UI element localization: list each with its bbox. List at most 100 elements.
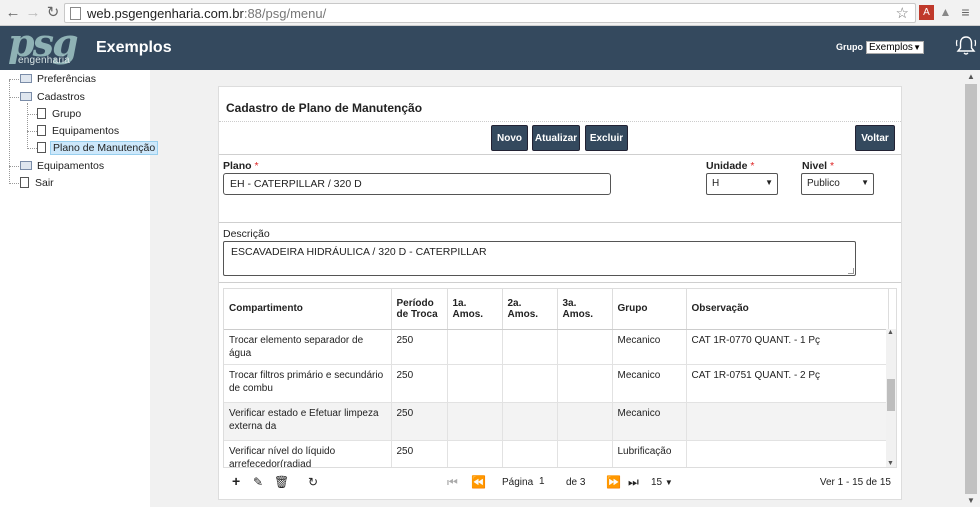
table-cell (557, 329, 613, 365)
nivel-select[interactable]: Publico ▼ (801, 173, 874, 195)
column-header[interactable]: Compartimento (224, 289, 392, 330)
edit-icon[interactable]: ✎ (253, 475, 263, 489)
page-scrollbar-thumb[interactable] (965, 84, 977, 494)
descricao-textarea[interactable]: ESCAVADEIRA HIDRÁULICA / 320 D - CATERPI… (223, 241, 856, 276)
table-cell (447, 402, 503, 441)
logo: psg engenharia (6, 20, 88, 70)
page-scrollbar[interactable]: ▲ ▼ (962, 70, 980, 507)
grupo-label: Grupo (836, 42, 863, 52)
plano-input[interactable]: EH - CATERPILLAR / 320 D (223, 173, 611, 195)
add-icon[interactable]: + (232, 473, 240, 489)
voltar-button[interactable]: Voltar (855, 125, 895, 151)
compartimentos-grid: Compartimento Período de Troca 1a. Amos.… (223, 288, 897, 468)
bell-icon[interactable] (954, 34, 978, 58)
plano-label: Plano * (223, 160, 259, 172)
nivel-label-text: Nivel (802, 160, 828, 172)
resize-grip-icon[interactable] (848, 268, 854, 274)
last-page-icon[interactable]: ⏭ (628, 475, 639, 490)
grid-scrollbar[interactable]: ▲ ▼ (886, 329, 896, 467)
table-cell (557, 440, 613, 467)
table-cell: 250 (391, 364, 448, 403)
first-page-icon[interactable]: ⏮ (447, 475, 458, 490)
logo-subtext: engenharia (18, 55, 71, 66)
sidebar-item-cadastros[interactable]: Cadastros (20, 89, 87, 105)
sidebar-item-sair[interactable]: Sair (20, 175, 56, 191)
table-row[interactable]: Trocar elemento separador de água 250 Me… (224, 329, 889, 365)
table-cell (557, 402, 613, 441)
page-size-value: 15 (651, 477, 663, 488)
page-input[interactable]: 1 (536, 474, 564, 489)
sidebar-item-grupo[interactable]: Grupo (37, 106, 83, 122)
sidebar-item-preferencias[interactable]: Preferências (20, 71, 98, 87)
url-host: web.psgengenharia.com.br (87, 6, 244, 21)
sidebar-item-label: Equipamentos (37, 160, 105, 172)
table-row[interactable]: Trocar filtros primário e secundário de … (224, 364, 889, 403)
scroll-up-icon[interactable]: ▲ (887, 329, 894, 336)
page-size-select[interactable]: 15 ▼ (651, 477, 673, 488)
column-header[interactable]: Período de Troca (391, 289, 448, 330)
sidebar-item-label: Plano de Manutenção (50, 141, 159, 155)
column-header[interactable]: Observação (686, 289, 889, 330)
column-header[interactable]: 3a. Amos. (557, 289, 613, 330)
browser-menu-icon[interactable]: ≡ (958, 5, 973, 20)
grid-table: Compartimento Período de Troca 1a. Amos.… (224, 289, 889, 467)
pdf-extension-icon[interactable]: A (919, 5, 934, 20)
table-cell (447, 329, 503, 365)
refresh-icon[interactable]: ↻ (308, 475, 318, 489)
grupo-select[interactable]: Exemplos ▼ (866, 41, 924, 54)
required-mark: * (750, 160, 755, 172)
table-cell: Verificar estado e Efetuar limpeza exter… (224, 402, 392, 441)
grupo-select-value: Exemplos (869, 42, 913, 53)
novo-button[interactable]: Novo (491, 125, 528, 151)
descricao-value: ESCAVADEIRA HIDRÁULICA / 320 D - CATERPI… (231, 246, 487, 258)
drive-extension-icon[interactable]: ▲ (938, 5, 953, 20)
table-cell (557, 364, 613, 403)
unidade-select[interactable]: H ▼ (706, 173, 778, 195)
atualizar-button[interactable]: Atualizar (532, 125, 580, 151)
table-cell (686, 402, 889, 441)
unidade-label-text: Unidade (706, 160, 748, 172)
table-cell (502, 402, 558, 441)
scroll-down-icon[interactable]: ▼ (967, 496, 975, 505)
column-header[interactable]: 2a. Amos. (502, 289, 558, 330)
chevron-down-icon: ▼ (861, 178, 869, 187)
table-cell: 250 (391, 402, 448, 441)
sidebar-item-label: Preferências (37, 73, 96, 85)
app-header: psg engenharia Exemplos Grupo Exemplos ▼ (0, 20, 980, 70)
column-header[interactable]: 1a. Amos. (447, 289, 503, 330)
sidebar-item-label: Cadastros (37, 91, 85, 103)
table-cell (502, 440, 558, 467)
table-cell: CAT 1R-0770 QUANT. - 1 Pç (686, 329, 889, 365)
excluir-button[interactable]: Excluir (585, 125, 628, 151)
page-title: Cadastro de Plano de Manutenção (226, 101, 423, 115)
page-icon (70, 7, 81, 20)
sidebar-item-equipamentos-folder[interactable]: Equipamentos (20, 158, 106, 174)
unidade-select-value: H (712, 178, 720, 189)
table-cell: Mecanico (612, 329, 687, 365)
previous-page-icon[interactable]: ⏪ (471, 475, 486, 489)
trash-icon[interactable]: 🗑 (274, 475, 289, 489)
scroll-up-icon[interactable]: ▲ (967, 72, 975, 81)
page-label: Página (502, 477, 534, 488)
address-bar[interactable]: web.psgengenharia.com.br:88/psg/menu/ ☆ (64, 3, 916, 23)
folder-icon (20, 160, 32, 170)
table-row[interactable]: Verificar estado e Efetuar limpeza exter… (224, 402, 889, 441)
column-header[interactable]: Grupo (612, 289, 687, 330)
open-folder-icon (20, 91, 32, 101)
file-icon (37, 141, 46, 153)
table-cell: Mecanico (612, 364, 687, 403)
table-cell (502, 364, 558, 403)
next-page-icon[interactable]: ⏩ (606, 475, 621, 489)
table-cell: 250 (391, 329, 448, 365)
bookmark-star-icon[interactable]: ☆ (896, 4, 909, 22)
scroll-down-icon[interactable]: ▼ (887, 460, 894, 467)
page-count: de 3 (566, 477, 586, 488)
table-cell (502, 329, 558, 365)
sidebar-item-plano-de-manutencao[interactable]: Plano de Manutenção (37, 140, 159, 156)
records-summary: Ver 1 - 15 de 15 (819, 477, 891, 488)
sidebar-item-equipamentos[interactable]: Equipamentos (37, 123, 121, 139)
table-row[interactable]: Verificar nível do líquido arrefecedor(r… (224, 440, 889, 467)
chevron-down-icon: ▼ (664, 478, 673, 487)
browser-toolbar: ← → ↻ web.psgengenharia.com.br:88/psg/me… (0, 0, 980, 26)
grid-scrollbar-thumb[interactable] (887, 379, 895, 411)
